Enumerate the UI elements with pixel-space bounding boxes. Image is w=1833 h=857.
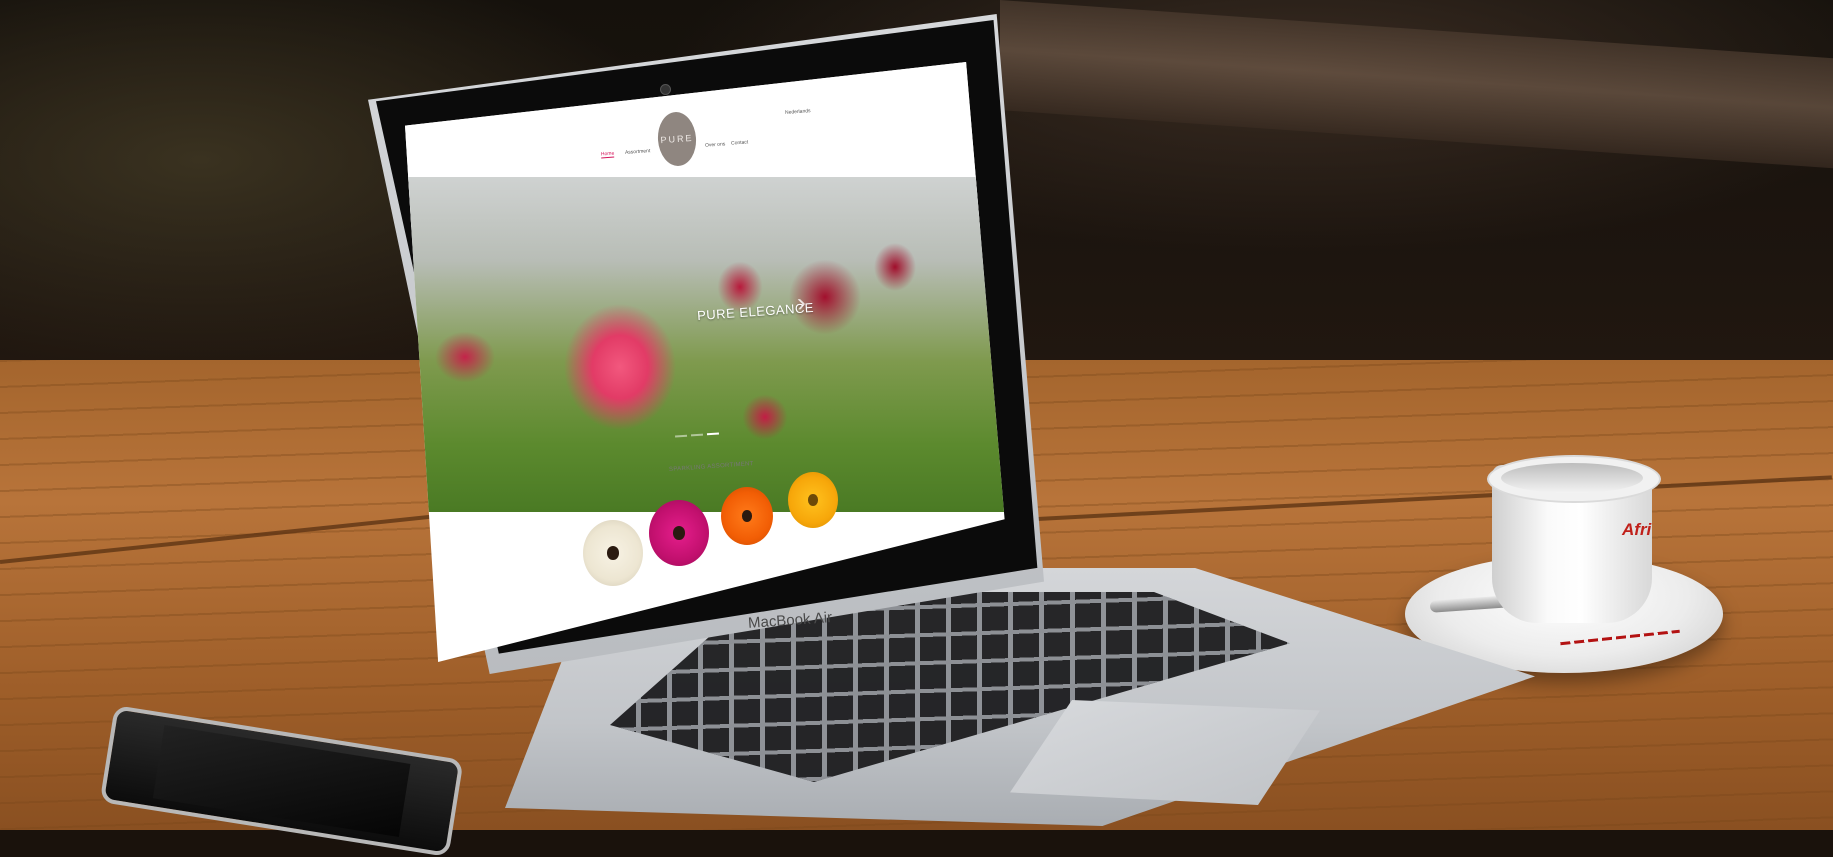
pure-logo[interactable]: PURE [656,110,698,168]
cup-inner [1501,463,1643,493]
language-selector[interactable]: Nederlands [785,108,811,116]
cup-brand-logo: Afri [1622,520,1652,539]
nav-contact[interactable]: Contact [731,139,749,146]
yellow-gerbera-thumbnail[interactable] [788,472,838,528]
white-gerbera-thumbnail[interactable] [583,520,643,586]
orange-gerbera-thumbnail[interactable] [721,487,773,545]
nav-assortment[interactable]: Assortment [625,148,651,156]
webcam-icon [660,84,671,95]
nav-home[interactable]: Home [600,150,615,159]
nav-over-ons[interactable]: Over ons [705,141,726,148]
magenta-gerbera-thumbnail[interactable] [649,500,709,566]
hero-banner [405,177,1005,512]
